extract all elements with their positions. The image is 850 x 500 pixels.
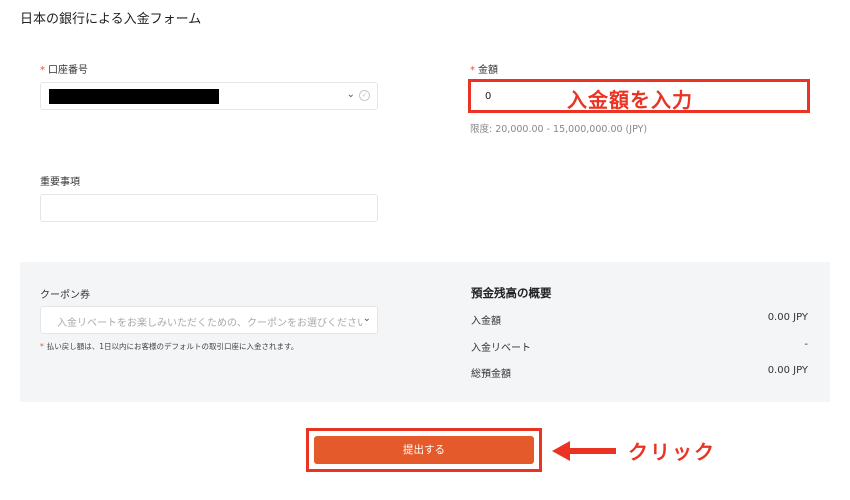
summary-total-label: 総預金額 <box>471 369 511 380</box>
refund-note-text: 払い戻し額は、1日以内にお客様のデフォルトの取引口座に入金されます。 <box>46 342 299 351</box>
amount-limit-text: 限度: 20,000.00 - 15,000,000.00 (JPY) <box>470 124 648 135</box>
account-number-label: * 口座番号 <box>40 61 88 76</box>
memo-label: 重要事項 <box>40 177 80 188</box>
page-title: 日本の銀行による入金フォーム <box>20 12 202 27</box>
coupon-placeholder: 入金リベートをお楽しみいただくための、クーポンをお選びください <box>57 318 367 329</box>
summary-deposit-value: 0.00 JPY <box>767 312 808 323</box>
amount-annotation: 入金額を入力 <box>567 88 693 112</box>
amount-label: * 金額 <box>470 61 498 76</box>
summary-deposit-label: 入金額 <box>471 316 501 327</box>
chevron-down-icon[interactable]: ⌄ <box>347 89 355 100</box>
summary-total-value: 0.00 JPY <box>767 365 808 376</box>
refund-note: * 払い戻し額は、1日以内にお客様のデフォルトの取引口座に入金されます。 <box>40 341 298 352</box>
summary-title: 預金残高の概要 <box>471 286 552 300</box>
summary-rebate-value: - <box>804 339 808 350</box>
coupon-label: クーポン券 <box>40 290 90 301</box>
memo-input[interactable] <box>40 194 378 222</box>
chevron-down-icon[interactable]: ⌄ <box>362 313 371 324</box>
amount-input[interactable]: 0 入金額を入力 <box>468 79 810 113</box>
required-mark: * <box>40 342 44 351</box>
coupon-select[interactable]: 入金リベートをお楽しみいただくための、クーポンをお選びください ⌄ <box>40 306 378 334</box>
arrow-left-icon <box>552 441 616 461</box>
required-mark: * <box>40 65 45 76</box>
submit-button[interactable]: 提出する <box>314 436 534 464</box>
account-number-select[interactable]: ⌄ ✓ <box>40 82 378 110</box>
summary-rebate-label: 入金リベート <box>471 343 531 354</box>
amount-value[interactable]: 0 <box>485 91 491 102</box>
click-annotation: クリック <box>628 440 716 464</box>
check-circle-icon: ✓ <box>359 90 370 101</box>
redacted-account-number <box>49 89 219 104</box>
required-mark: * <box>470 65 475 76</box>
account-number-label-text: 口座番号 <box>48 65 88 76</box>
amount-label-text: 金額 <box>478 65 498 76</box>
